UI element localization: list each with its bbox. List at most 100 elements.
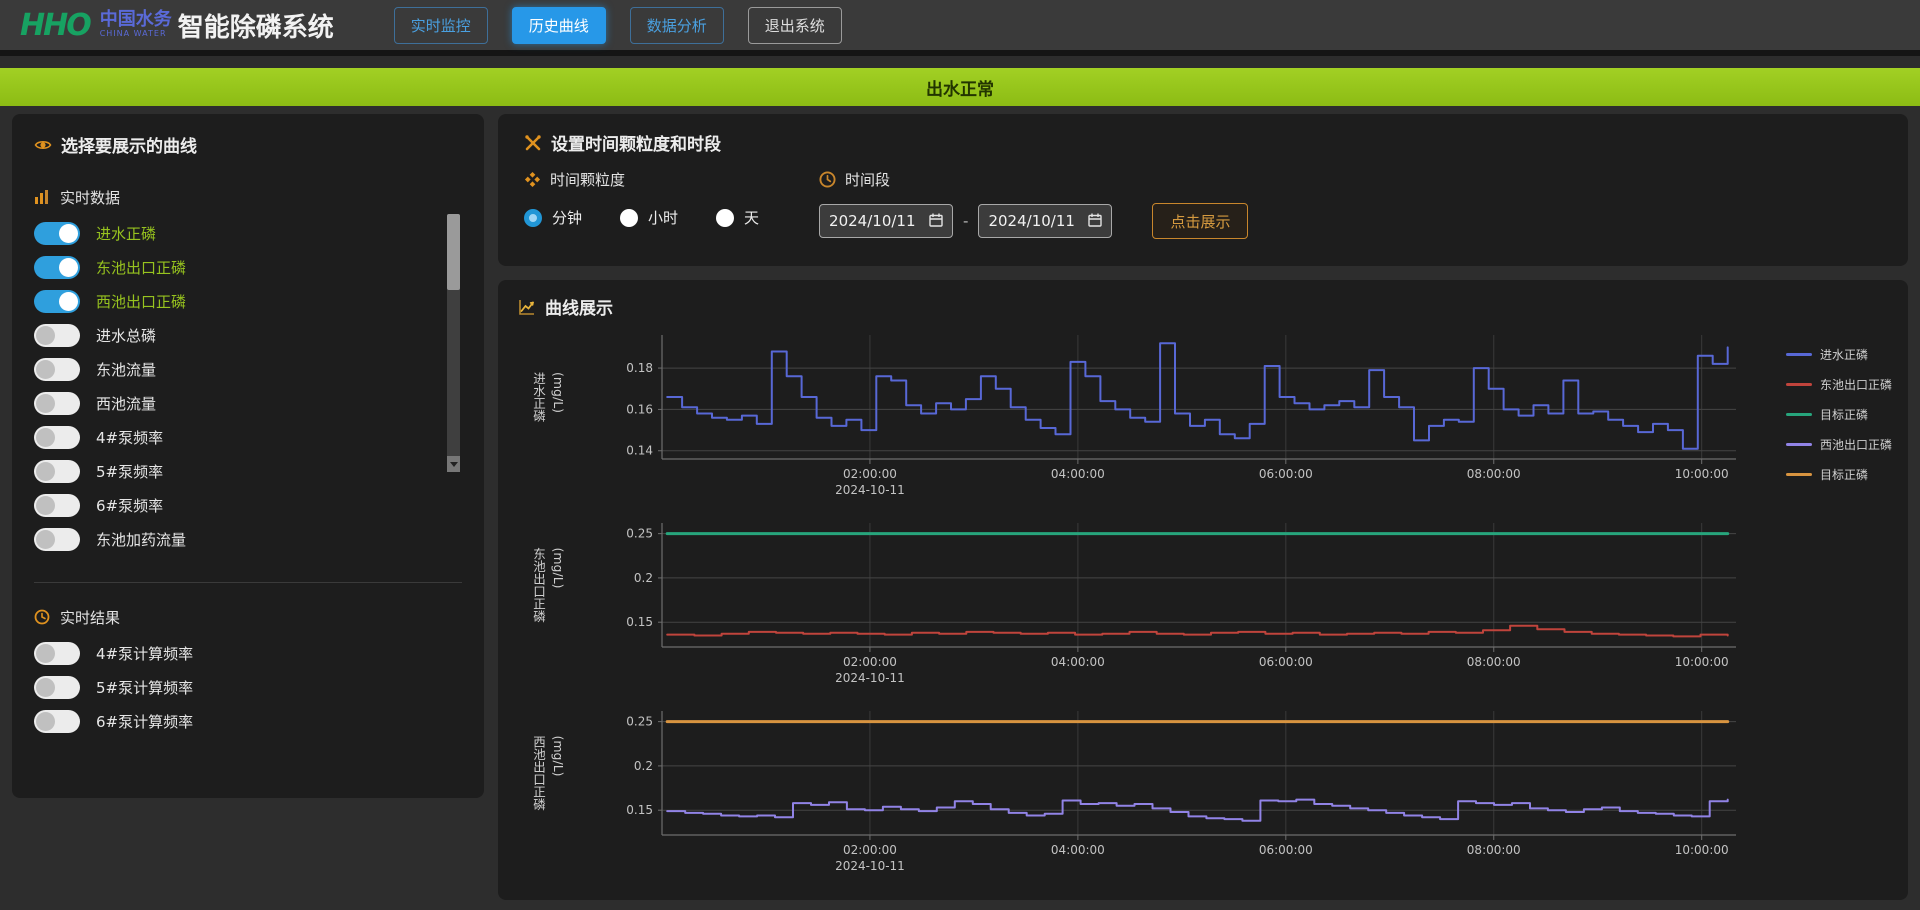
legend-item[interactable]: 进水正磷 [1786,346,1892,363]
period-label-row: 时间段 [819,169,1248,190]
curve-toggle-row: 西池流量 [34,386,462,420]
legend-marker-line [1786,413,1812,416]
toggle-label: 东池出口正磷 [96,257,186,278]
chart-legend: 进水正磷 东池出口正磷 目标正磷 西池出口正磷 目标正磷 [1786,346,1892,483]
bar-chart-icon [34,189,52,207]
toggle-switch[interactable] [34,460,80,483]
toggle-switch[interactable] [34,528,80,551]
toggle-switch[interactable] [34,642,80,665]
settings-title: 设置时间颗粒度和时段 [551,130,721,155]
toggle-label: 6#泵频率 [96,495,163,516]
chart-y-axis-label: 西池出口正磷 (mg/L) [528,736,568,811]
toggle-knob [36,530,55,549]
eye-icon [34,136,52,154]
legend-item[interactable]: 目标正磷 [1786,466,1892,483]
toggle-label: 东池加药流量 [96,529,186,550]
granularity-label: 时间颗粒度 [550,169,625,190]
svg-text:0.15: 0.15 [626,803,653,817]
toggle-knob [59,258,78,277]
svg-text:06:00:00: 06:00:00 [1259,467,1313,481]
curve-section-header: 实时数据 [34,187,462,208]
toggle-switch[interactable] [34,392,80,415]
scrollbar-thumb[interactable] [447,214,460,290]
line-chart: 0.140.160.1802:00:002024-10-1104:00:0006… [576,327,1766,509]
granularity-group: 时间颗粒度 分钟 小时 天 [524,169,759,239]
logo-company-name: 中国水务 [100,11,172,30]
nav-button-group: 实时监控历史曲线数据分析退出系统 [394,7,842,44]
scrollbar-down-button[interactable] [447,456,460,472]
toggle-label: 进水正磷 [96,223,156,244]
svg-text:02:00:00: 02:00:00 [843,843,897,857]
chart-row: 东池出口正磷 (mg/L) 0.150.20.2502:00:002024-10… [518,515,1888,697]
toggle-switch[interactable] [34,710,80,733]
granularity-radio-hour[interactable]: 小时 [620,207,678,228]
legend-marker-line [1786,473,1812,476]
charts-header: 曲线展示 [518,294,1888,319]
line-chart: 0.150.20.2502:00:002024-10-1104:00:0006:… [576,515,1766,697]
toggle-list: 进水正磷 东池出口正磷 西池出口正磷 进水总磷 东池流量 西池流量 4#泵频率 … [34,216,462,556]
radio-circle [716,209,734,227]
toggle-label: 4#泵频率 [96,427,163,448]
svg-text:08:00:00: 08:00:00 [1467,467,1521,481]
toggle-switch[interactable] [34,676,80,699]
calendar-icon [929,212,943,231]
sidebar-scrollbar[interactable] [447,214,460,472]
toggle-knob [36,712,55,731]
show-curves-button[interactable]: 点击展示 [1152,203,1248,239]
granularity-radio-minute[interactable]: 分钟 [524,207,582,228]
period-label: 时间段 [845,169,890,190]
chart-y-axis-label: 进水正磷 (mg/L) [528,372,568,422]
svg-text:0.18: 0.18 [626,361,653,375]
svg-text:06:00:00: 06:00:00 [1259,655,1313,669]
settings-body: 时间颗粒度 分钟 小时 天 时间段 [524,169,1882,239]
sidebar-header: 选择要展示的曲线 [34,132,462,157]
nav-button-realtime-monitor[interactable]: 实时监控 [394,7,488,44]
date-to-input[interactable]: 2024/10/11 [978,204,1112,238]
nav-button-data-analysis[interactable]: 数据分析 [630,7,724,44]
chart-rows: 进水正磷 (mg/L) 0.140.160.1802:00:002024-10-… [518,327,1888,885]
toggle-label: 进水总磷 [96,325,156,346]
granularity-radio-day[interactable]: 天 [716,207,759,228]
period-controls: 2024/10/11 - 2024/10/11 点击展示 [819,203,1248,239]
date-from-input[interactable]: 2024/10/11 [819,204,953,238]
toggle-label: 东池流量 [96,359,156,380]
toggle-knob [36,326,55,345]
toggle-switch[interactable] [34,290,80,313]
legend-label: 西池出口正磷 [1820,436,1892,453]
curve-toggle-row: 6#泵计算频率 [34,704,462,738]
curve-toggle-row: 东池出口正磷 [34,250,462,284]
svg-text:08:00:00: 08:00:00 [1467,655,1521,669]
section-title: 实时结果 [60,607,120,628]
legend-label: 东池出口正磷 [1820,376,1892,393]
toggle-knob [36,678,55,697]
toggle-knob [36,428,55,447]
legend-item[interactable]: 西池出口正磷 [1786,436,1892,453]
legend-item[interactable]: 东池出口正磷 [1786,376,1892,393]
toggle-switch[interactable] [34,324,80,347]
toggle-switch[interactable] [34,222,80,245]
curves-display-panel: 曲线展示 进水正磷 (mg/L) 0.140.160.1802:00:00202… [498,280,1908,900]
toggle-switch[interactable] [34,256,80,279]
toggle-switch[interactable] [34,494,80,517]
toggle-label: 4#泵计算频率 [96,643,193,664]
nav-button-history-curve[interactable]: 历史曲线 [512,7,606,44]
svg-text:02:00:00: 02:00:00 [843,467,897,481]
svg-text:02:00:00: 02:00:00 [843,655,897,669]
legend-item[interactable]: 目标正磷 [1786,406,1892,423]
legend-marker-line [1786,353,1812,356]
svg-text:0.25: 0.25 [626,527,653,541]
chart-row: 进水正磷 (mg/L) 0.140.160.1802:00:002024-10-… [518,327,1888,509]
date-from-value: 2024/10/11 [829,212,915,230]
curve-select-panel: 选择要展示的曲线 实时数据 进水正磷 东池出口正磷 西池出口正磷 进水总磷 东池… [12,114,484,798]
main-column: 设置时间颗粒度和时段 时间颗粒度 分钟 小时 天 [498,114,1908,900]
toggle-switch[interactable] [34,426,80,449]
logo: HHO 中国水务 CHINA WATER [20,8,172,43]
toggle-knob [36,496,55,515]
toggle-switch[interactable] [34,358,80,381]
status-banner-text: 出水正常 [926,75,994,100]
legend-label: 进水正磷 [1820,346,1868,363]
chart-row: 西池出口正磷 (mg/L) 0.150.20.2502:00:002024-10… [518,703,1888,885]
date-range-separator: - [963,212,968,230]
logo-company-name-en: CHINA WATER [100,30,172,38]
nav-button-exit-system[interactable]: 退出系统 [748,7,842,44]
